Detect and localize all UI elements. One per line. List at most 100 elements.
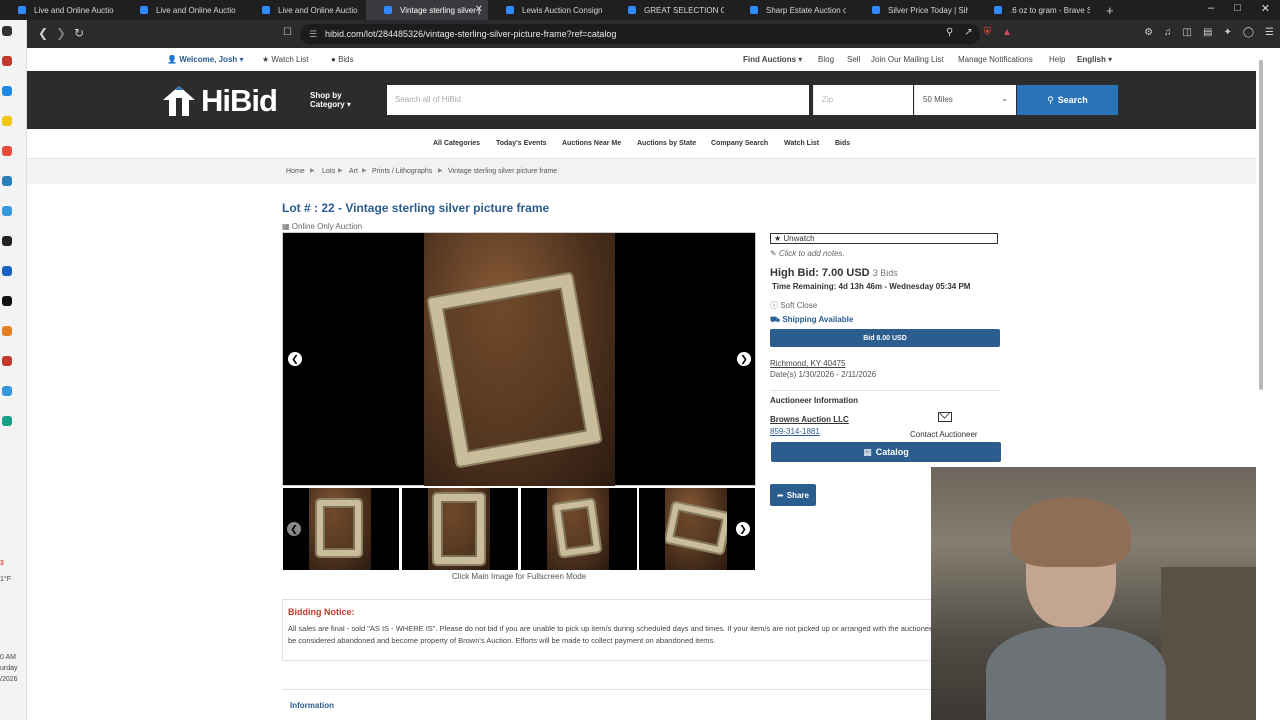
main-photo[interactable] xyxy=(424,233,615,486)
rewards-icon[interactable]: ▲ xyxy=(1002,27,1012,38)
catalog-button[interactable]: ▦ Catalog xyxy=(771,442,1001,462)
next-image-arrow-icon[interactable]: ❯ xyxy=(737,352,751,366)
new-tab-button[interactable]: + xyxy=(1106,3,1114,18)
wallet-icon[interactable]: ▤ xyxy=(1203,27,1212,38)
browser-tab[interactable]: .6 oz to gram - Brave Searc xyxy=(976,0,1098,20)
taskbar-app-icon[interactable] xyxy=(2,326,12,336)
share-button[interactable]: ➦ Share xyxy=(770,484,816,506)
taskbar-app-icon[interactable] xyxy=(2,266,12,276)
taskbar-app-icon[interactable] xyxy=(2,206,12,216)
language-select[interactable]: English ▾ xyxy=(1077,55,1112,64)
logo-text: HiBid xyxy=(201,83,278,118)
bid-count[interactable]: 3 Bids xyxy=(873,268,898,278)
browser-tab[interactable]: Lewis Auction Consignmen xyxy=(488,0,610,20)
location-link[interactable]: Richmond, KY 40475 xyxy=(770,359,845,368)
nav-bids[interactable]: Bids xyxy=(835,140,850,147)
minimize-icon[interactable]: – xyxy=(1208,2,1214,15)
nav-company-search[interactable]: Company Search xyxy=(711,140,768,147)
bookmark-icon[interactable]: ☐ xyxy=(283,27,292,38)
breadcrumb-lots[interactable]: Lots xyxy=(322,168,335,175)
taskbar-app-icon[interactable] xyxy=(2,416,12,426)
nav-todays-events[interactable]: Today's Events xyxy=(496,140,547,147)
nav-auctions-by-state[interactable]: Auctions by State xyxy=(637,140,696,147)
taskbar-app-icon[interactable] xyxy=(2,56,12,66)
forward-icon[interactable]: ❯ xyxy=(56,26,66,40)
reload-icon[interactable]: ↻ xyxy=(74,26,84,40)
restore-icon[interactable]: □ xyxy=(1234,2,1241,15)
find-auctions-menu[interactable]: Find Auctions ▾ xyxy=(743,55,802,64)
taskbar-app-icon[interactable] xyxy=(2,236,12,246)
taskbar-app-icon[interactable] xyxy=(2,86,12,96)
extensions-icon[interactable]: ⚙ xyxy=(1144,27,1153,38)
taskbar-app-icon[interactable] xyxy=(2,386,12,396)
shop-by-category-menu[interactable]: Shop by Category ▾ xyxy=(310,91,351,109)
auctioneer-phone-link[interactable]: 859-314-1881 xyxy=(770,427,820,436)
close-window-icon[interactable]: ✕ xyxy=(1261,2,1270,15)
unwatch-button[interactable]: ★ Unwatch xyxy=(770,233,998,244)
soft-close[interactable]: ⓘ Soft Close xyxy=(770,300,817,311)
watch-list-link[interactable]: ★ Watch List xyxy=(262,55,308,64)
tab-information[interactable]: Information xyxy=(290,701,334,710)
time-remaining: Time Remaining: 4d 13h 46m - Wednesday 0… xyxy=(772,282,971,291)
site-info-icon[interactable]: ☰ xyxy=(309,29,317,40)
taskbar-app-icon[interactable] xyxy=(2,296,12,306)
hibid-logo[interactable]: HiBid xyxy=(161,83,278,119)
sidebar-icon[interactable]: ◫ xyxy=(1183,27,1192,38)
miles-select[interactable]: 50 Miles ⌄ xyxy=(914,85,1016,115)
nav-all-categories[interactable]: All Categories xyxy=(433,140,480,147)
manage-notifications-link[interactable]: Manage Notifications xyxy=(958,55,1033,64)
taskbar-app-icon[interactable] xyxy=(2,146,12,156)
browser-tab[interactable]: GREAT SELECTION OF FEN xyxy=(610,0,732,20)
taskbar-app-icon[interactable] xyxy=(2,356,12,366)
zoom-icon[interactable]: ⚲ xyxy=(946,27,953,38)
windows-icon[interactable] xyxy=(2,26,12,36)
browser-tab[interactable]: Silver Price Today | Silver Sp xyxy=(854,0,976,20)
zip-input[interactable]: Zip xyxy=(813,85,913,115)
main-image-viewer[interactable]: ❮ ❯ xyxy=(282,232,756,486)
media-icon[interactable]: ♫ xyxy=(1164,27,1172,38)
search-button[interactable]: ⚲ Search xyxy=(1017,85,1118,115)
add-notes-link[interactable]: ✎ Click to add notes. xyxy=(770,249,845,258)
envelope-icon[interactable] xyxy=(938,412,952,422)
breadcrumb-current: Vintage sterling silver picture frame xyxy=(448,168,558,175)
menu-icon[interactable]: ☰ xyxy=(1265,27,1274,38)
contact-auctioneer-link[interactable]: Contact Auctioneer xyxy=(910,430,978,439)
user-menu[interactable]: 👤 Welcome, Josh ▾ xyxy=(167,55,244,64)
browser-tab[interactable]: Sharp Estate Auction of Cli xyxy=(732,0,854,20)
next-thumb-arrow-icon[interactable]: ❯ xyxy=(736,522,750,536)
scrollbar-thumb[interactable] xyxy=(1259,60,1263,390)
browser-tab[interactable]: Live and Online Auctions o xyxy=(244,0,366,20)
sell-link[interactable]: Sell xyxy=(847,55,860,64)
leo-icon[interactable]: ✦ xyxy=(1223,27,1231,38)
thumbnail[interactable] xyxy=(402,488,518,570)
breadcrumb-home[interactable]: Home xyxy=(286,168,305,175)
auctioneer-name-link[interactable]: Browns Auction LLC xyxy=(770,415,849,424)
prev-image-arrow-icon[interactable]: ❮ xyxy=(288,352,302,366)
blog-link[interactable]: Blog xyxy=(818,55,834,64)
mailing-list-link[interactable]: Join Our Mailing List xyxy=(871,55,943,64)
search-input[interactable]: Search all of HiBid xyxy=(387,85,809,115)
bid-button[interactable]: Bid 8.00 USD xyxy=(770,329,1000,347)
close-tab-icon[interactable]: ✕ xyxy=(475,4,483,15)
help-link[interactable]: Help xyxy=(1049,55,1065,64)
breadcrumb-art[interactable]: Art xyxy=(349,168,358,175)
shipping-available[interactable]: ⛟ Shipping Available xyxy=(770,315,853,325)
thumbnail[interactable] xyxy=(521,488,637,570)
vpn-icon[interactable]: ◯ xyxy=(1243,27,1254,38)
bids-link[interactable]: ● Bids xyxy=(331,55,354,64)
taskbar-app-icon[interactable] xyxy=(2,116,12,126)
browser-tab[interactable]: Live and Online Auctions o xyxy=(122,0,244,20)
tab-favicon-icon xyxy=(750,6,758,14)
breadcrumb-prints[interactable]: Prints / Lithographs xyxy=(372,168,432,175)
taskbar-app-icon[interactable] xyxy=(2,176,12,186)
tab-active[interactable]: Vintage sterling silver p ✕ xyxy=(366,0,488,20)
site-header: HiBid Shop by Category ▾ Search all of H… xyxy=(27,71,1256,129)
back-icon[interactable]: ❮ xyxy=(38,26,48,40)
nav-auctions-near-me[interactable]: Auctions Near Me xyxy=(562,140,621,147)
address-bar[interactable]: ☰ hibid.com/lot/284485326/vintage-sterli… xyxy=(300,24,980,44)
nav-watch-list[interactable]: Watch List xyxy=(784,140,819,147)
prev-thumb-arrow-icon[interactable]: ❮ xyxy=(287,522,301,536)
share-page-icon[interactable]: ↗ xyxy=(964,27,972,38)
brave-shields-icon[interactable]: ⛨ xyxy=(984,27,992,38)
browser-tab[interactable]: Live and Online Auctions o xyxy=(0,0,122,20)
